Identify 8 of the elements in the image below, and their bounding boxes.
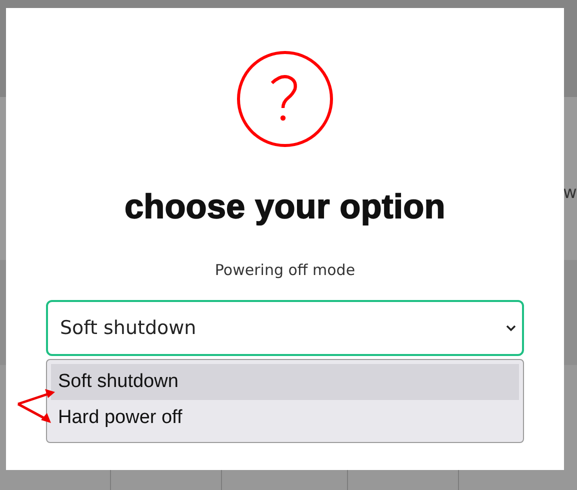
dropdown-option[interactable]: Hard power off (51, 400, 519, 436)
dialog-title: choose your option (124, 188, 446, 227)
mode-select[interactable]: Soft shutdown (46, 300, 524, 356)
question-icon (236, 50, 334, 148)
dropdown-option[interactable]: Soft shutdown (51, 364, 519, 400)
chevron-down-icon (506, 324, 516, 332)
field-label: Powering off mode (214, 261, 356, 279)
background-text: w (563, 183, 577, 203)
